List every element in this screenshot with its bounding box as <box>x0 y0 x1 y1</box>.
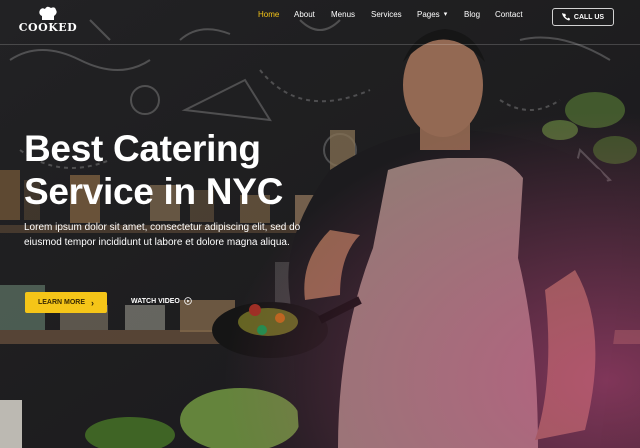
play-circle-icon <box>184 297 192 305</box>
nav-link-home[interactable]: Home <box>258 10 279 19</box>
nav-item-menus[interactable]: Menus <box>331 0 355 28</box>
hero-title-line-2: Service in NYC <box>24 171 284 212</box>
call-us-button[interactable]: CALL US <box>552 8 614 26</box>
watch-video-label: WATCH VIDEO <box>131 297 180 305</box>
landing-page: COOKED Home About Menus Services Pages ▾… <box>0 0 640 448</box>
hero-title: Best Catering Service in NYC <box>24 127 324 213</box>
watch-video-link[interactable]: WATCH VIDEO <box>131 297 192 305</box>
hero-description: Lorem ipsum dolor sit amet, consectetur … <box>24 222 301 248</box>
learn-more-label: LEARN MORE <box>37 299 86 306</box>
brand-name: COOKED <box>18 21 78 34</box>
brand-logo[interactable]: COOKED <box>18 6 78 40</box>
nav-link-pages[interactable]: Pages <box>417 10 440 19</box>
phone-icon <box>562 13 570 21</box>
chevron-down-icon: ▾ <box>443 11 448 18</box>
nav-item-pages[interactable]: Pages ▾ <box>417 0 447 28</box>
nav-item-about[interactable]: About <box>294 0 315 28</box>
hero-title-line-1: Best Catering <box>24 128 261 169</box>
nav-link-menus[interactable]: Menus <box>331 10 355 19</box>
nav-link-blog[interactable]: Blog <box>464 10 480 19</box>
nav-item-home[interactable]: Home <box>258 0 279 28</box>
nav-item-blog[interactable]: Blog <box>464 0 480 28</box>
learn-more-button[interactable]: LEARN MORE › <box>25 292 107 313</box>
nav-link-about[interactable]: About <box>294 10 315 19</box>
header-bar <box>0 0 640 45</box>
nav-item-contact[interactable]: Contact <box>495 0 523 28</box>
chevron-right-icon: › <box>91 297 95 308</box>
chef-hat-icon <box>39 6 57 20</box>
nav-link-services[interactable]: Services <box>371 10 402 19</box>
nav-item-services[interactable]: Services <box>371 0 402 28</box>
nav-link-contact[interactable]: Contact <box>495 10 523 19</box>
call-us-label: CALL US <box>573 13 605 21</box>
